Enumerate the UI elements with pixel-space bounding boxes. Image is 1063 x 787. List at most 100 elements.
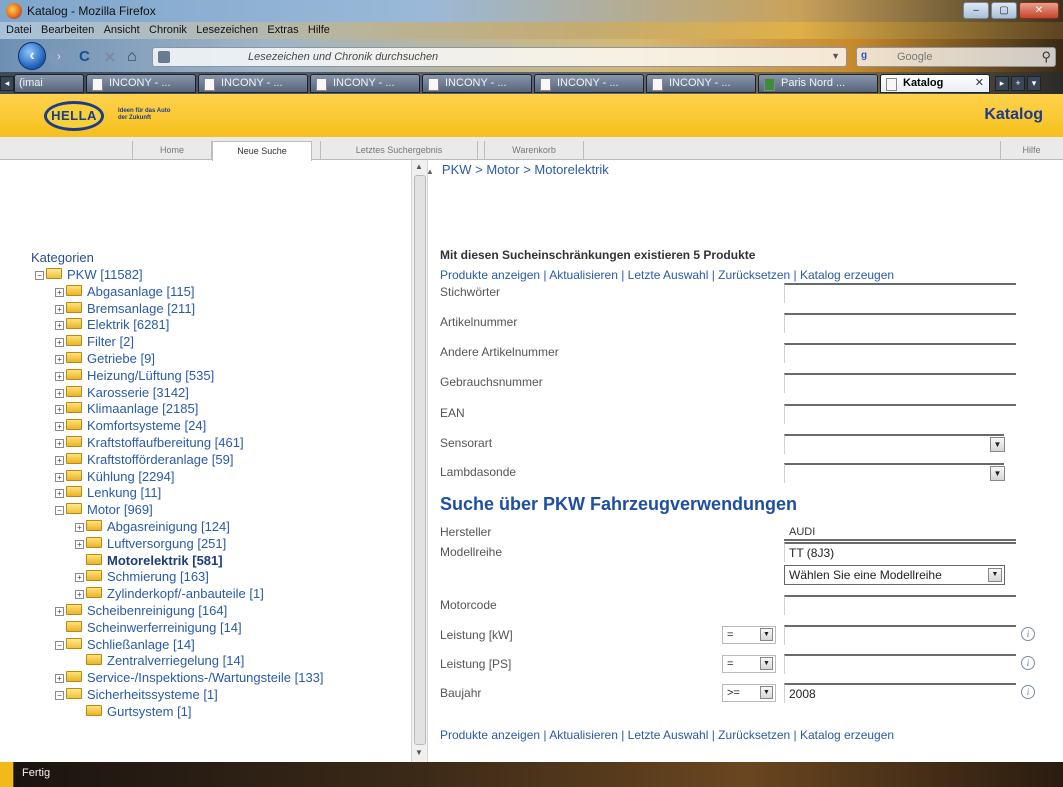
artikelnummer-input[interactable] [784,313,1016,333]
expand-icon[interactable]: + [75,573,84,583]
sensorart-select[interactable] [784,434,1004,454]
maximize-button[interactable]: ▢ [991,2,1017,19]
ean-input[interactable] [784,404,1016,424]
tab-home[interactable]: Home [132,141,212,160]
tree-item[interactable]: + Luftversorgung [251] [75,536,226,551]
expand-icon[interactable]: + [55,338,64,348]
tree-item[interactable]: + Bremsanlage [211] [55,301,195,316]
expand-icon[interactable]: + [55,607,64,616]
chevron-down-icon[interactable]: ▼ [760,628,773,641]
url-dropdown-icon[interactable]: ▼ [831,51,840,61]
reload-icon[interactable]: C [79,48,97,66]
leistung-kw-input[interactable] [784,625,1016,645]
minimize-button[interactable]: – [963,2,989,19]
search-bar[interactable]: g Google ⚲ [856,47,1056,67]
scroll-up-icon[interactable]: ▲ [415,162,423,171]
expand-icon[interactable]: + [55,455,64,465]
tree-item[interactable]: − PKW [11582] [35,267,143,282]
leistung-ps-operator[interactable]: = ▼ [722,655,776,673]
action-links-bottom[interactable]: Produkte anzeigen | Aktualisieren | Letz… [440,728,894,742]
expand-icon[interactable]: + [55,405,64,415]
expand-icon[interactable]: + [75,539,84,549]
tree-item[interactable]: + Filter [2] [55,334,134,349]
tree-item[interactable]: Motorelektrik [581] [75,553,223,568]
motorcode-input[interactable] [784,595,1016,615]
tab-incony-5[interactable]: INCONY - ... [534,74,644,93]
tab-neue-suche[interactable]: Neue Suche [212,141,312,161]
forward-arrow-icon[interactable]: › [48,48,70,66]
tab-list-icon[interactable]: ▾ [1027,76,1041,91]
tree-item[interactable]: + Elektrik [6281] [55,317,169,332]
tree-item[interactable]: Scheinwerferreinigung [14] [55,620,242,635]
scrollbar-thumb[interactable] [414,175,426,745]
lambdasonde-dropdown-icon[interactable]: ▼ [990,466,1005,481]
chevron-down-icon[interactable]: ▼ [760,657,773,670]
expand-icon[interactable]: + [75,523,84,532]
stop-icon[interactable]: ✕ [104,48,122,66]
tree-item[interactable]: + Heizung/Lüftung [535] [55,368,214,383]
tree-item[interactable]: − Schließanlage [14] [55,637,195,652]
leistung-ps-input[interactable] [784,654,1016,674]
tab-hilfe[interactable]: Hilfe [1000,141,1062,160]
collapse-icon[interactable]: − [55,506,64,516]
expand-icon[interactable]: + [55,321,64,331]
menu-ansicht[interactable]: Ansicht [104,22,140,39]
tree-item[interactable]: + Lenkung [11] [55,485,161,500]
menu-lesezeichen[interactable]: Lesezeichen [196,22,258,39]
collapse-icon[interactable]: − [55,640,64,650]
tree-item[interactable]: + Getriebe [9] [55,351,155,366]
expand-icon[interactable]: + [55,388,64,398]
andere-artikelnummer-input[interactable] [784,343,1016,363]
tree-item[interactable]: + Service-/Inspektions-/Wartungsteile [13… [55,670,324,685]
lambdasonde-select[interactable] [784,463,1004,483]
tree-item[interactable]: + Zylinderkopf/-anbauteile [1] [75,586,264,601]
tree-item[interactable]: + Karosserie [3142] [55,385,189,400]
tree-item[interactable]: + Kühlung [2294] [55,469,174,484]
scroll-down-icon[interactable]: ▼ [415,748,423,757]
baujahr-input[interactable]: 2008 [784,683,1016,703]
expand-icon[interactable]: + [55,439,64,448]
expand-icon[interactable]: + [55,472,64,482]
tab-incony-1[interactable]: INCONY - ... [86,74,196,93]
stichwoerter-input[interactable] [784,283,1016,303]
tree-item[interactable]: + Kraftstoffaufbereitung [461] [55,435,244,450]
tab-warenkorb[interactable]: Warenkorb [484,141,584,160]
menu-hilfe[interactable]: Hilfe [308,22,330,39]
close-tab-icon[interactable]: ✕ [975,75,984,92]
tab-incony-6[interactable]: INCONY - ... [646,74,756,93]
expand-icon[interactable]: + [55,422,64,432]
new-tab-icon[interactable]: + [1011,76,1025,91]
tree-item[interactable]: Gurtsystem [1] [75,704,192,719]
expand-icon[interactable]: + [55,287,64,297]
back-arrow-icon[interactable]: ‹ [18,42,46,70]
tree-item[interactable]: + Abgasreinigung [124] [75,519,230,534]
info-icon[interactable]: i [1021,685,1035,699]
collapse-icon[interactable]: − [55,691,64,700]
tab-letztes-suchergebnis[interactable]: Letztes Suchergebnis [320,141,478,160]
tab-incony-4[interactable]: INCONY - ... [422,74,532,93]
tree-item[interactable]: − Motor [969] [55,502,153,517]
tree-item[interactable]: + Kraftstofförderanlage [59] [55,452,233,467]
sensorart-dropdown-icon[interactable]: ▼ [990,437,1005,452]
url-bar[interactable]: Lesezeichen und Chronik durchsuchen ▼ [152,47,847,67]
tree-item[interactable]: − Sicherheitssysteme [1] [55,687,218,702]
tree-item[interactable]: + Scheibenreinigung [164] [55,603,227,618]
modellreihe-value[interactable]: TT (8J3) [784,542,1016,562]
info-icon[interactable]: i [1021,656,1035,670]
action-links-top[interactable]: Produkte anzeigen | Aktualisieren | Letz… [440,268,894,282]
tree-item[interactable]: Zentralverriegelung [14] [75,653,244,668]
tab-incony-3[interactable]: INCONY - ... [310,74,420,93]
vertical-scrollbar[interactable]: ▲ ▼ [411,160,428,762]
expand-icon[interactable]: + [55,674,64,684]
menu-chronik[interactable]: Chronik [149,22,187,39]
expand-icon[interactable]: + [55,355,64,364]
menu-bearbeiten[interactable]: Bearbeiten [41,22,94,39]
tree-item[interactable]: + Klimaanlage [2185] [55,401,198,416]
expand-icon[interactable]: + [55,371,64,381]
tree-item[interactable]: + Abgasanlage [115] [55,284,194,299]
modellreihe-select[interactable]: Wählen Sie eine Modellreihe ▼ [784,565,1005,585]
chevron-down-icon[interactable]: ▼ [760,686,773,699]
gebrauchsnummer-input[interactable] [784,373,1016,393]
collapse-icon[interactable]: − [35,271,44,280]
home-icon[interactable]: ⌂ [127,48,145,66]
